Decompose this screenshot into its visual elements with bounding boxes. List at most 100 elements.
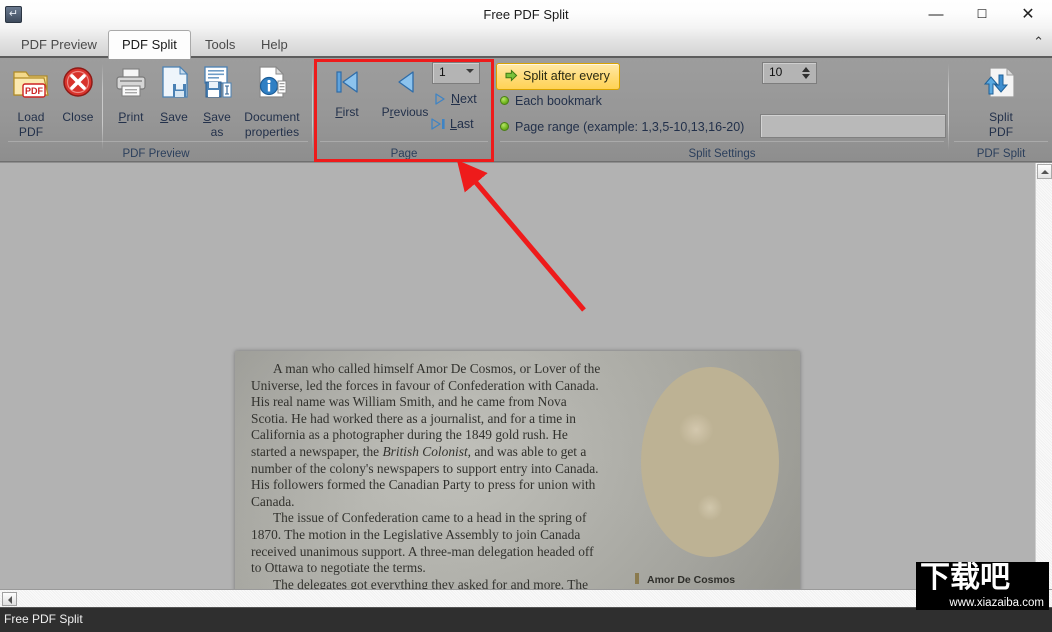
last-page-label: Last [450,117,474,131]
page-range-label: Page range (example: 1,3,5-10,13,16-20) [515,120,744,134]
load-pdf-label-2: PDF [8,125,54,140]
print-button[interactable]: Print [108,62,154,134]
save-as-button[interactable]: Save as [194,62,240,134]
spinner-up-icon[interactable] [802,67,810,72]
status-bar: Free PDF Split [0,607,1052,632]
scroll-up-icon[interactable] [1037,164,1052,179]
ribbon-collapse-icon[interactable]: ⌃ [1033,34,1044,50]
previous-page-icon [378,66,432,103]
split-pdf-label-2: PDF [976,125,1026,140]
next-page-button[interactable]: Next [434,92,477,106]
group-baseline [500,141,944,142]
save-as-icon [194,64,240,107]
tab-help[interactable]: Help [248,31,301,58]
status-text: Free PDF Split [4,612,83,626]
ribbon-group-split-settings: Split after every Each bookmark Page ran… [496,58,948,162]
ribbon: PDF Load PDF Close [0,58,1052,162]
split-count-spinner[interactable]: 10 [762,62,817,84]
title-bar: ↵ Free PDF Split — ☐ ✕ [0,0,1052,29]
caption-marker-icon [635,573,639,584]
save-as-label-2: as [194,125,240,140]
page-number-value: 1 [439,65,446,79]
scroll-left-icon[interactable] [2,592,17,606]
document-properties-button[interactable]: Document properties [238,62,306,134]
close-pdf-label: Close [55,110,101,125]
split-pdf-button[interactable]: Split PDF [976,62,1026,134]
site-watermark: 下载吧 www.xiazaiba.com [916,562,1049,610]
group-divider [312,64,313,150]
page-range-option[interactable]: Page range (example: 1,3,5-10,13,16-20) [500,118,744,136]
save-button[interactable]: Save [151,62,197,134]
vertical-scrollbar[interactable] [1035,163,1052,589]
group-label-page: Page [316,148,492,160]
first-page-icon [320,66,374,103]
maximize-button[interactable]: ☐ [959,0,1005,29]
close-button[interactable]: ✕ [1005,0,1051,29]
previous-page-label: Previous [378,105,432,119]
document-properties-label-1: Document [238,110,306,125]
next-page-label: Next [451,92,477,106]
ribbon-tab-strip: PDF Preview PDF Split Tools Help ⌃ [0,29,1052,58]
group-divider [948,64,949,150]
group-label-pdf-preview: PDF Preview [0,148,312,160]
tab-tools[interactable]: Tools [192,31,248,58]
first-page-button[interactable]: First [320,64,374,130]
ribbon-group-page: First Previous 1 Next [316,58,492,162]
load-pdf-label-1: Load [8,110,54,125]
ribbon-group-pdf-split: Split PDF PDF Split [950,58,1052,162]
first-page-label: First [320,105,374,119]
svg-text:PDF: PDF [25,86,44,96]
portrait-oval [641,367,779,557]
folder-pdf-icon: PDF [8,64,54,107]
document-properties-label-2: properties [238,125,306,140]
portrait-amor-de-cosmos [633,363,788,568]
window-title: Free PDF Split [0,0,1052,29]
printer-icon [108,64,154,107]
watermark-brand: 下载吧 [920,562,1045,595]
next-page-icon [434,93,446,105]
save-as-label-1: Save [194,110,240,125]
group-label-split-settings: Split Settings [496,148,948,160]
each-bookmark-label: Each bookmark [515,94,602,108]
each-bookmark-option[interactable]: Each bookmark [500,92,602,110]
load-pdf-button[interactable]: PDF Load PDF [8,62,54,134]
spinner-down-icon[interactable] [802,74,810,79]
page-range-input[interactable] [760,114,946,138]
paragraph-1: A man who called himself Amor De Cosmos,… [251,361,601,510]
caption-text: Amor De Cosmos [647,574,735,586]
portrait-highlight [641,367,779,557]
horizontal-scrollbar[interactable] [0,589,1052,607]
portrait-caption: Amor De Cosmos [635,573,735,586]
split-count-value: 10 [769,65,782,79]
save-document-icon [151,64,197,107]
last-page-icon [431,118,446,130]
group-baseline [954,141,1048,142]
close-circle-icon [55,64,101,107]
tab-pdf-split[interactable]: PDF Split [108,30,191,59]
page-number-combobox[interactable]: 1 [432,62,480,84]
group-divider [102,64,103,150]
document-preview-area: A man who called himself Amor De Cosmos,… [0,163,1052,589]
split-after-every-label: Split after every [523,69,610,83]
chevron-down-icon[interactable] [466,69,474,73]
group-baseline [320,141,488,142]
application-window: ↵ Free PDF Split — ☐ ✕ PDF Preview PDF S… [0,0,1052,632]
watermark-url: www.xiazaiba.com [949,597,1044,609]
print-label: Print [108,110,154,125]
minimize-button[interactable]: — [913,0,959,29]
radio-bullet-icon [500,96,509,105]
group-baseline [8,141,308,142]
last-page-button[interactable]: Last [431,117,474,131]
split-after-every-option[interactable]: Split after every [496,63,620,90]
previous-page-button[interactable]: Previous [378,64,432,130]
group-label-pdf-split: PDF Split [950,148,1052,160]
radio-bullet-icon [500,122,509,131]
close-pdf-button[interactable]: Close [55,62,101,134]
save-label: Save [151,110,197,125]
split-pdf-icon [976,64,1026,107]
green-arrow-icon [505,69,518,82]
italic-title: British Colonist [382,444,467,459]
split-pdf-label-1: Split [976,110,1026,125]
tab-pdf-preview[interactable]: PDF Preview [8,31,110,58]
paragraph-2: The issue of Confederation came to a hea… [251,510,601,576]
